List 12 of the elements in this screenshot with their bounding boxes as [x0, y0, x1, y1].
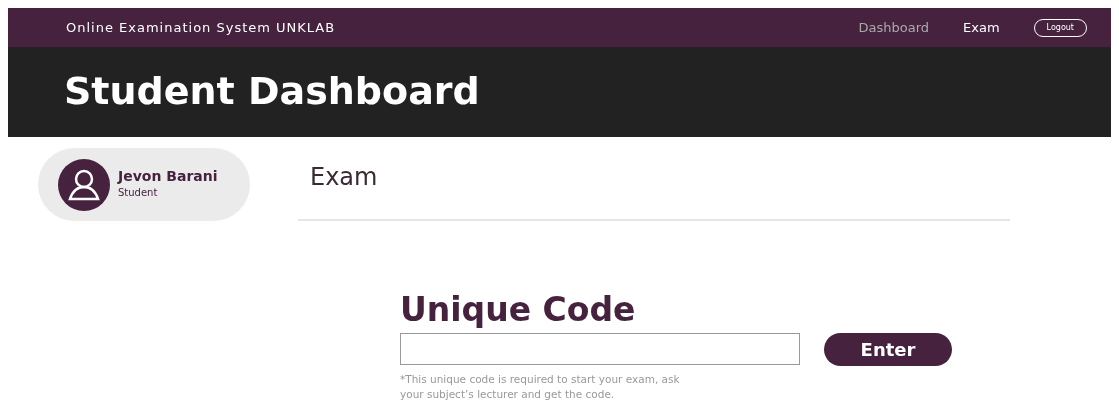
nav-link[interactable]: Dashboard: [858, 17, 930, 38]
section-title: Exam: [310, 163, 379, 192]
nav-link[interactable]: Exam: [963, 17, 1000, 38]
user-icon: [58, 158, 110, 211]
site-title: Online Examination System UNKLAB: [66, 18, 336, 37]
user-name: Jevon Barani: [118, 169, 218, 185]
code-input-field[interactable]: [400, 333, 800, 366]
help-text: *This unique code is required to start your exam, ask your subject’s lecturer and get the code.: [400, 371, 681, 402]
page-title: Student Dashboard: [64, 69, 480, 115]
form-title: Unique Code: [400, 291, 637, 329]
user-role: Student: [118, 185, 159, 200]
enter-button[interactable]: Enter: [824, 332, 952, 366]
